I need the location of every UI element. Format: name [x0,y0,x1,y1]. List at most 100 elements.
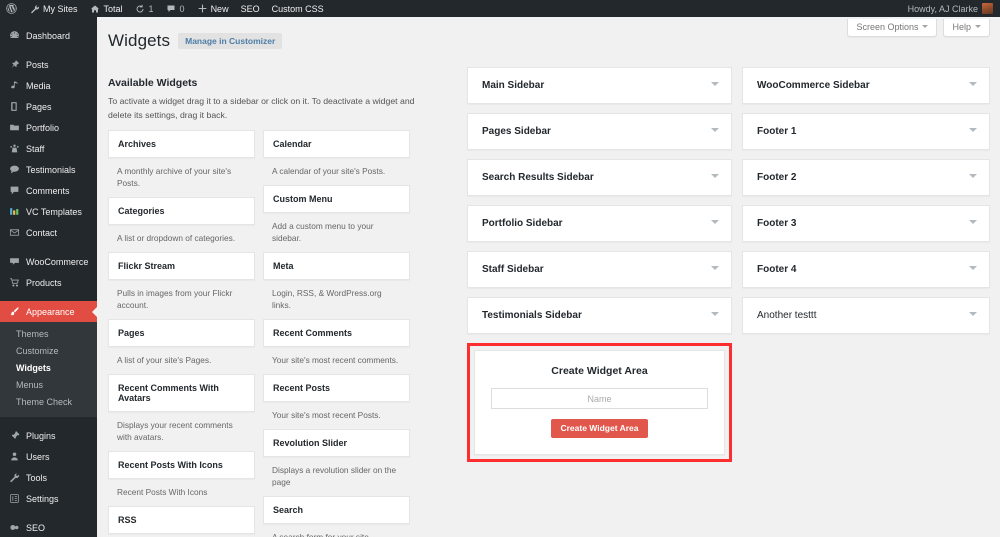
widget-item[interactable]: Search A search form for your site. [263,496,410,537]
sidebar-panel-header[interactable]: Footer 4 [743,252,989,287]
widget-item[interactable]: Recent Comments Your site's most recent … [263,319,410,366]
admin-bar-item-custom-css[interactable]: Custom CSS [266,0,330,17]
widget-title[interactable]: Calendar [263,130,410,158]
sidebar-item-comments[interactable]: Comments [0,180,97,201]
sidebar-panel-header[interactable]: WooCommerce Sidebar [743,68,989,103]
chevron-down-icon[interactable] [969,266,977,274]
sidebar-item-dashboard[interactable]: Dashboard [0,25,97,46]
sidebar-item-tools[interactable]: Tools [0,467,97,488]
sidebar-item-staff[interactable]: Staff [0,138,97,159]
widget-title[interactable]: Search [263,496,410,524]
chevron-down-icon[interactable] [711,266,719,274]
sidebar-item-testimonials[interactable]: Testimonials [0,159,97,180]
sidebar-panel-header[interactable]: Another testtt [743,298,989,333]
sidebar-panel-header[interactable]: Pages Sidebar [468,114,731,149]
sidebar-panel[interactable]: Footer 4 [742,251,990,288]
sidebar-item-appearance[interactable]: Appearance [0,301,97,322]
admin-bar-item-updates[interactable]: 1 [129,0,160,17]
manage-in-customizer-button[interactable]: Manage in Customizer [178,33,282,50]
sidebar-item-users[interactable]: Users [0,446,97,467]
sidebar-panel[interactable]: Search Results Sidebar [467,159,732,196]
chevron-down-icon[interactable] [969,82,977,90]
widget-area-name-input[interactable] [491,388,708,409]
widget-title[interactable]: Meta [263,252,410,280]
create-widget-area-button[interactable]: Create Widget Area [551,419,647,438]
widget-title[interactable]: Recent Posts [263,374,410,402]
sidebar-panel-header[interactable]: Footer 1 [743,114,989,149]
sidebar-panel[interactable]: Another testtt [742,297,990,334]
sidebar-item-contact[interactable]: Contact [0,222,97,243]
widget-item[interactable]: Flickr Stream Pulls in images from your … [108,252,255,311]
wordpress-logo-button[interactable] [0,0,23,17]
sidebar-panel[interactable]: Staff Sidebar [467,251,732,288]
sidebar-panel-header[interactable]: Footer 2 [743,160,989,195]
sidebar-item-portfolio[interactable]: Portfolio [0,117,97,138]
submenu-item-menus[interactable]: Menus [0,377,97,394]
sidebar-panel-header[interactable]: Staff Sidebar [468,252,731,287]
sidebar-item-posts[interactable]: Posts [0,54,97,75]
sidebar-item-seo[interactable]: SEO [0,517,97,537]
widget-title[interactable]: Recent Comments [263,319,410,347]
submenu-item-customize[interactable]: Customize [0,343,97,360]
admin-bar-item-my-sites[interactable]: My Sites [23,0,84,17]
sidebar-panel[interactable]: Testimonials Sidebar [467,297,732,334]
widget-item[interactable]: Pages A list of your site's Pages. [108,319,255,366]
sidebar-panel-header[interactable]: Portfolio Sidebar [468,206,731,241]
admin-bar-item-seo[interactable]: SEO [235,0,266,17]
widget-item[interactable]: Custom Menu Add a custom menu to your si… [263,185,410,244]
widget-item[interactable]: RSS Entries from any RSS or Atom feed. [108,506,255,537]
sidebar-panel[interactable]: Footer 3 [742,205,990,242]
sidebar-item-plugins[interactable]: Plugins [0,425,97,446]
widget-item[interactable]: Recent Posts With Icons Recent Posts Wit… [108,451,255,498]
widget-title[interactable]: Revolution Slider [263,429,410,457]
widget-title[interactable]: RSS [108,506,255,534]
widget-title[interactable]: Custom Menu [263,185,410,213]
sidebar-panel[interactable]: Pages Sidebar [467,113,732,150]
help-button[interactable]: Help [943,19,990,37]
admin-bar-item-site-name[interactable]: Total [84,0,129,17]
sidebar-panel[interactable]: Footer 2 [742,159,990,196]
sidebar-panel-header[interactable]: Main Sidebar [468,68,731,103]
submenu-item-themes[interactable]: Themes [0,326,97,343]
widget-item[interactable]: Archives A monthly archive of your site'… [108,130,255,189]
chevron-down-icon[interactable] [711,174,719,182]
sidebar-item-woocommerce[interactable]: WooCommerce [0,251,97,272]
widget-item[interactable]: Revolution Slider Displays a revolution … [263,429,410,488]
widget-item[interactable]: Meta Login, RSS, & WordPress.org links. [263,252,410,311]
widget-title[interactable]: Archives [108,130,255,158]
chevron-down-icon[interactable] [969,220,977,228]
sidebar-item-products[interactable]: Products [0,272,97,293]
sidebar-item-media[interactable]: Media [0,75,97,96]
chevron-down-icon[interactable] [969,128,977,136]
widget-title[interactable]: Pages [108,319,255,347]
sidebar-panel-header[interactable]: Footer 3 [743,206,989,241]
widget-item[interactable]: Recent Comments With Avatars Displays yo… [108,374,255,443]
submenu-item-widgets[interactable]: Widgets [0,360,97,377]
chevron-down-icon[interactable] [711,82,719,90]
sidebar-panel-header[interactable]: Search Results Sidebar [468,160,731,195]
chevron-down-icon[interactable] [711,128,719,136]
chevron-down-icon[interactable] [969,174,977,182]
widget-title[interactable]: Recent Posts With Icons [108,451,255,479]
screen-options-button[interactable]: Screen Options [847,19,937,37]
chevron-down-icon[interactable] [711,220,719,228]
sidebar-panel[interactable]: Footer 1 [742,113,990,150]
chevron-down-icon[interactable] [969,312,977,320]
sidebar-item-vc-templates[interactable]: VC Templates [0,201,97,222]
widget-item[interactable]: Calendar A calendar of your site's Posts… [263,130,410,177]
submenu-item-theme-check[interactable]: Theme Check [0,394,97,411]
widget-title[interactable]: Flickr Stream [108,252,255,280]
sidebar-panel[interactable]: Portfolio Sidebar [467,205,732,242]
widget-item[interactable]: Categories A list or dropdown of categor… [108,197,255,244]
admin-bar-account[interactable]: Howdy, AJ Clarke [908,3,1000,14]
admin-bar-item-new[interactable]: New [191,0,235,17]
widget-title[interactable]: Recent Comments With Avatars [108,374,255,412]
admin-bar-item-comments[interactable]: 0 [160,0,191,17]
sidebar-panel[interactable]: WooCommerce Sidebar [742,67,990,104]
chevron-down-icon[interactable] [711,312,719,320]
widget-title[interactable]: Categories [108,197,255,225]
sidebar-panel-header[interactable]: Testimonials Sidebar [468,298,731,333]
widget-item[interactable]: Recent Posts Your site's most recent Pos… [263,374,410,421]
sidebar-panel[interactable]: Main Sidebar [467,67,732,104]
sidebar-item-pages[interactable]: Pages [0,96,97,117]
